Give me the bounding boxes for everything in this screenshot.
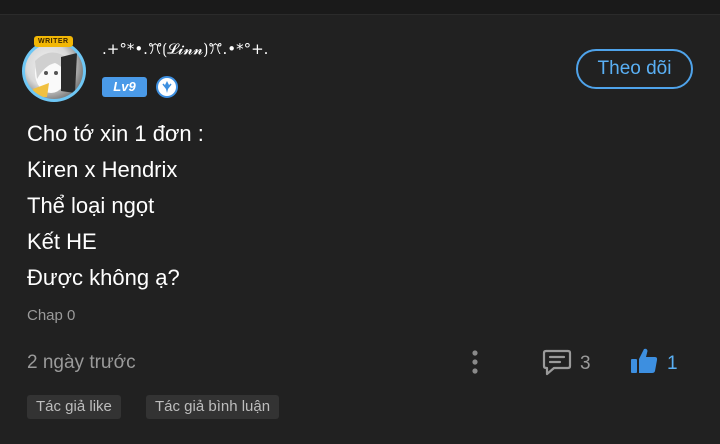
timestamp: 2 ngày trước bbox=[27, 352, 136, 373]
reply-count: 3 bbox=[580, 353, 591, 374]
comment-line: Kiren x Hendrix bbox=[27, 157, 178, 182]
comment-body: Cho tớ xin 1 đơn : Kiren x Hendrix Thể l… bbox=[27, 116, 204, 296]
comment-icon[interactable] bbox=[542, 348, 572, 381]
comment-line: Được không ạ? bbox=[27, 265, 180, 290]
follow-button[interactable]: Theo dõi bbox=[576, 49, 693, 89]
chapter-label: Chap 0 bbox=[27, 307, 76, 324]
level-badge: Lv9 bbox=[102, 77, 147, 97]
author-name[interactable]: .+°*•.ꔫ⟮𝓛𝓲𝓷𝓷⟯ꔫ.•*°+. bbox=[102, 40, 268, 58]
more-vertical-icon[interactable] bbox=[468, 348, 482, 376]
thumbs-up-icon[interactable] bbox=[629, 346, 659, 381]
header-divider bbox=[0, 0, 720, 15]
comment-line: Cho tớ xin 1 đơn : bbox=[27, 121, 204, 146]
avatar-image bbox=[22, 40, 86, 102]
writer-badge: WRITER bbox=[34, 36, 73, 47]
comment-line: Thể loại ngọt bbox=[27, 193, 155, 218]
role-badge-icon bbox=[156, 76, 178, 98]
user-avatar[interactable]: WRITER bbox=[22, 36, 92, 102]
avatar-illustration bbox=[31, 52, 77, 97]
tag-author-liked: Tác giả like bbox=[27, 395, 121, 419]
tag-author-commented: Tác giả bình luận bbox=[146, 395, 280, 419]
comment-line: Kết HE bbox=[27, 229, 97, 254]
like-count: 1 bbox=[667, 353, 678, 374]
